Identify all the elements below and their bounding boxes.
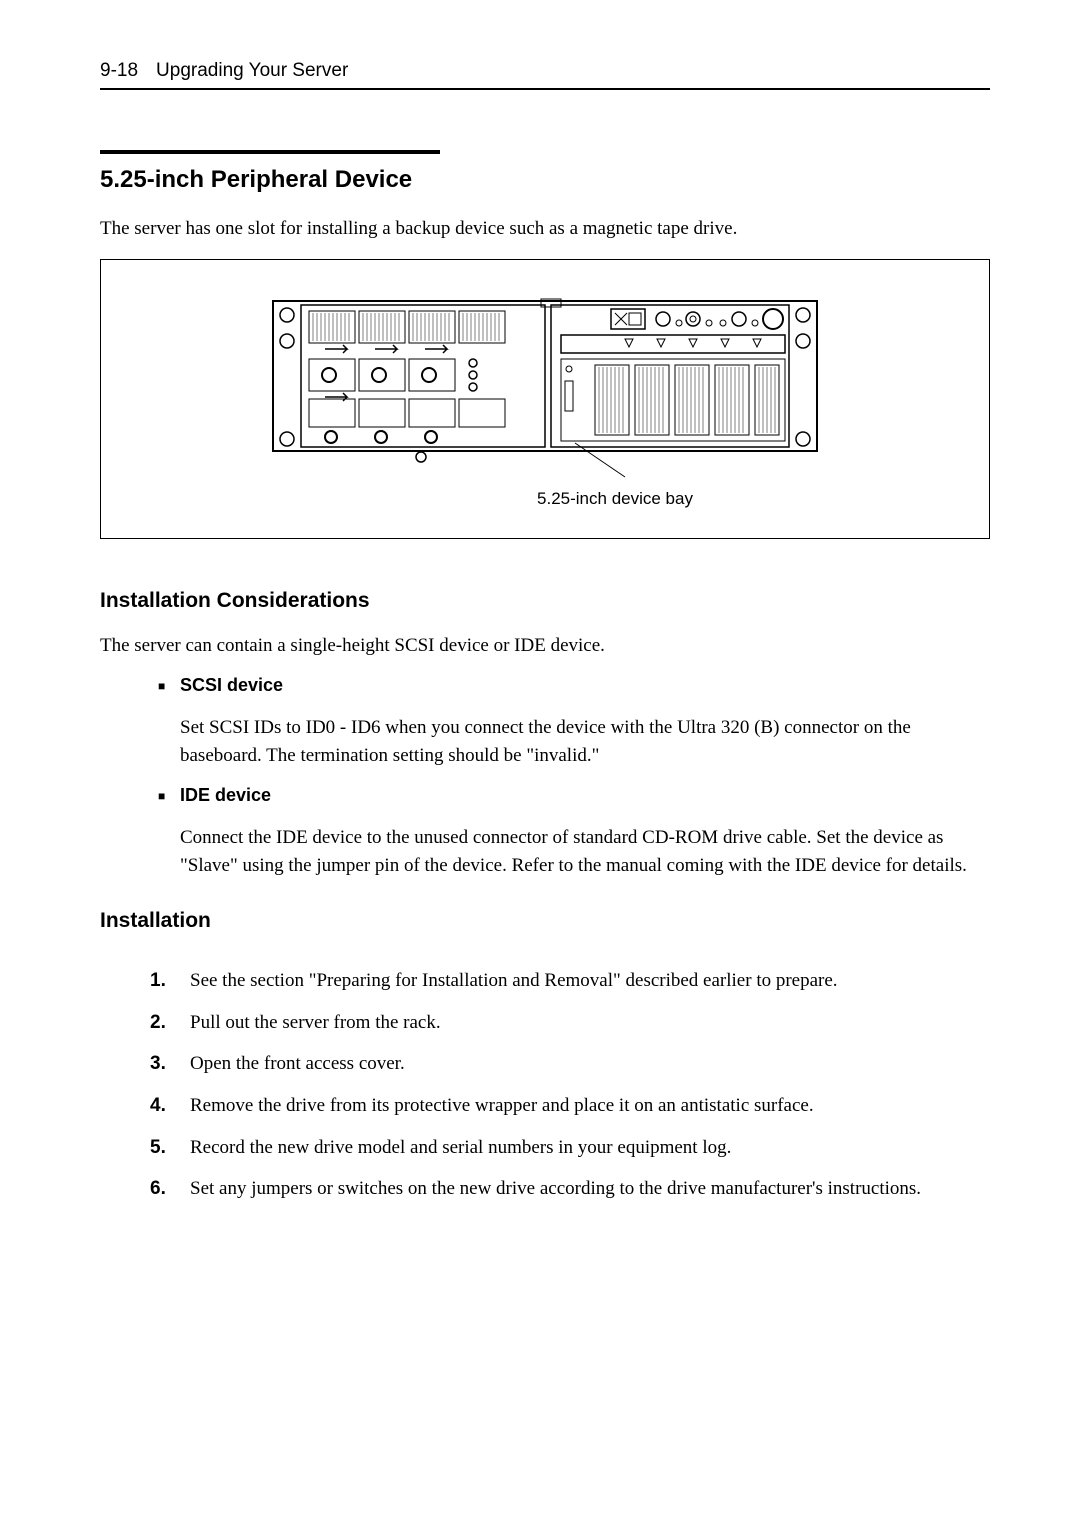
considerations-intro: The server can contain a single-height S… — [100, 633, 990, 660]
ide-title: IDE device — [180, 785, 271, 805]
step-text: Pull out the server from the rack. — [190, 1012, 441, 1033]
step-num: 6. — [150, 1175, 166, 1203]
step-3: 3. Open the front access cover. — [150, 1050, 990, 1078]
step-5: 5. Record the new drive model and serial … — [150, 1134, 990, 1162]
scsi-title: SCSI device — [180, 675, 283, 695]
installation-steps: 1. See the section "Preparing for Install… — [100, 967, 990, 1202]
ide-desc: Connect the IDE device to the unused con… — [100, 824, 990, 879]
step-4: 4. Remove the drive from its protective w… — [150, 1092, 990, 1120]
bullet-item-scsi: SCSI device — [100, 675, 990, 696]
step-num: 1. — [150, 967, 166, 995]
installation-heading: Installation — [100, 909, 990, 933]
intro-text: The server has one slot for installing a… — [100, 216, 990, 243]
page-header: 9-18 Upgrading Your Server — [100, 60, 990, 90]
step-num: 2. — [150, 1009, 166, 1037]
bullet-item-ide: IDE device — [100, 785, 990, 806]
step-6: 6. Set any jumpers or switches on the new… — [150, 1175, 990, 1203]
step-num: 5. — [150, 1134, 166, 1162]
step-num: 3. — [150, 1050, 166, 1078]
step-text: Record the new drive model and serial nu… — [190, 1137, 731, 1158]
diagram-callout: 5.25-inch device bay — [537, 489, 693, 509]
step-1: 1. See the section "Preparing for Install… — [150, 967, 990, 995]
server-diagram: 5.25-inch device bay — [100, 259, 990, 539]
considerations-heading: Installation Considerations — [100, 589, 990, 613]
scsi-desc: Set SCSI IDs to ID0 - ID6 when you conne… — [100, 714, 990, 769]
step-text: Remove the drive from its protective wra… — [190, 1095, 814, 1116]
page-number: 9-18 — [100, 60, 138, 82]
server-chassis-illustration — [265, 289, 825, 479]
step-text: Set any jumpers or switches on the new d… — [190, 1178, 921, 1199]
step-text: Open the front access cover. — [190, 1053, 405, 1074]
step-text: See the section "Preparing for Installat… — [190, 970, 838, 991]
section-heading: 5.25-inch Peripheral Device — [100, 150, 440, 194]
step-2: 2. Pull out the server from the rack. — [150, 1009, 990, 1037]
step-num: 4. — [150, 1092, 166, 1120]
header-title: Upgrading Your Server — [156, 60, 348, 82]
